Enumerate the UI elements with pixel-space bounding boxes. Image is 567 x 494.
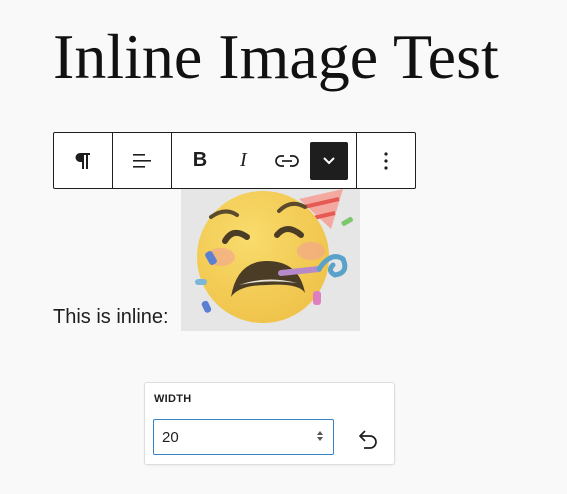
spinner-arrows-icon bbox=[317, 431, 323, 441]
width-popover: WIDTH 20 bbox=[144, 382, 395, 465]
align-left-icon bbox=[133, 153, 151, 168]
toolbar-group-format: B I bbox=[171, 133, 356, 188]
reset-width-button[interactable] bbox=[353, 423, 383, 453]
width-label: WIDTH bbox=[154, 393, 192, 405]
paragraph-text: This is inline: bbox=[53, 306, 169, 328]
options-button[interactable] bbox=[357, 133, 415, 188]
block-toolbar: B I bbox=[53, 132, 416, 189]
width-stepper[interactable] bbox=[315, 428, 325, 444]
align-button[interactable] bbox=[113, 133, 171, 188]
italic-label: I bbox=[239, 149, 247, 171]
party-face-emoji bbox=[195, 189, 353, 323]
paragraph-block-button[interactable] bbox=[54, 133, 112, 188]
more-rich-text-button[interactable] bbox=[309, 141, 348, 180]
width-input[interactable]: 20 bbox=[153, 419, 334, 455]
link-button[interactable] bbox=[267, 133, 307, 188]
link-icon bbox=[274, 154, 299, 167]
more-vertical-icon bbox=[384, 151, 388, 170]
bold-button[interactable]: B bbox=[180, 133, 220, 188]
reset-arrow-icon bbox=[359, 430, 377, 449]
toolbar-group-align bbox=[112, 133, 171, 188]
bold-label: B bbox=[192, 149, 208, 171]
width-input-value: 20 bbox=[162, 428, 179, 446]
chevron-down-icon bbox=[323, 156, 335, 164]
italic-button[interactable]: I bbox=[223, 133, 263, 188]
paragraph-icon bbox=[75, 152, 90, 169]
page-title[interactable]: Inline Image Test bbox=[53, 20, 499, 94]
paragraph-block[interactable]: This is inline: bbox=[53, 304, 169, 330]
toolbar-group-block bbox=[54, 133, 112, 188]
inline-image[interactable] bbox=[181, 189, 360, 331]
toolbar-group-options bbox=[356, 133, 415, 188]
